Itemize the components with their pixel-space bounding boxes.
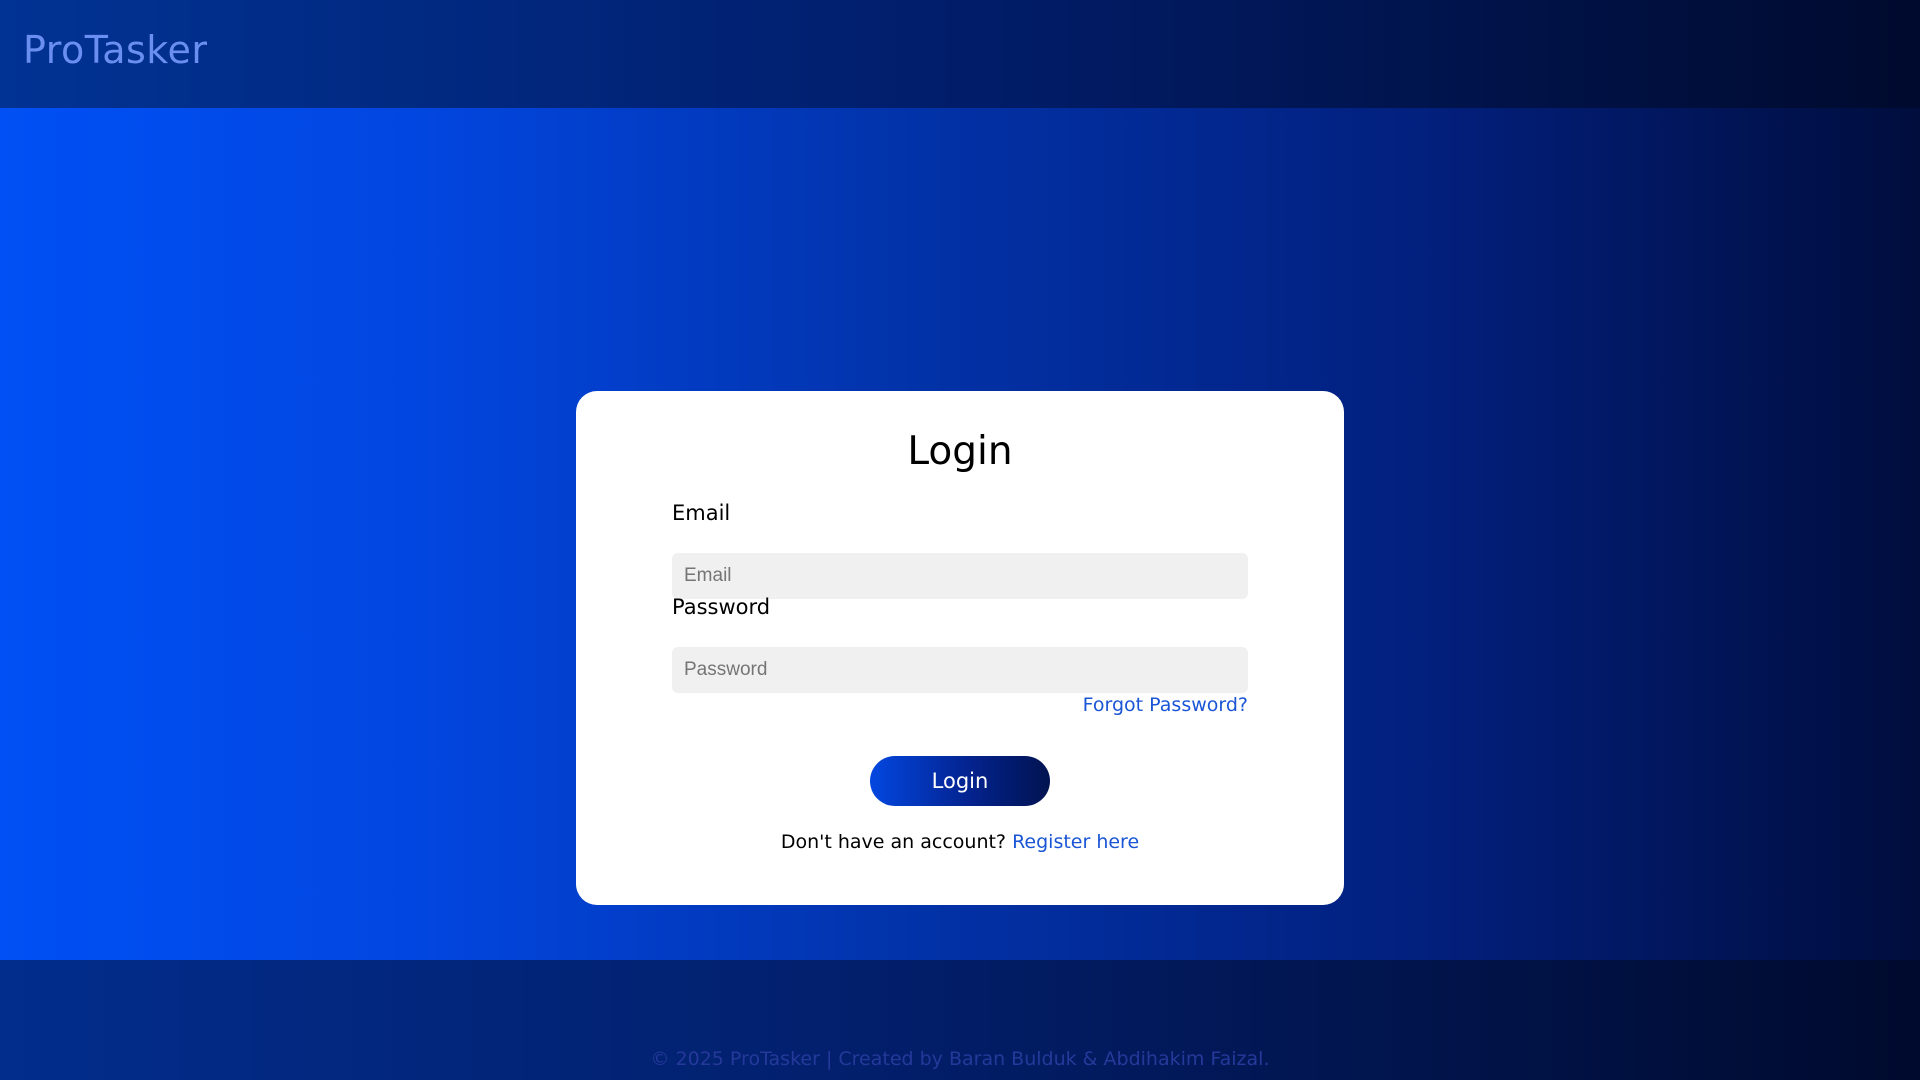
password-label: Password [672,595,771,619]
page-footer: © 2025 ProTasker | Created by Baran Buld… [0,960,1920,1080]
email-input[interactable] [672,553,1248,599]
register-link[interactable]: Register here [1012,831,1139,853]
brand-logo-text[interactable]: ProTasker [23,28,207,72]
top-header: ProTasker [0,0,1920,108]
register-prompt-line: Don't have an account? Register here [576,831,1344,853]
footer-copyright: © 2025 ProTasker | Created by Baran Buld… [650,1048,1270,1070]
register-prompt-text: Don't have an account? [780,831,1007,853]
login-card: Login Email Password Forgot Password? Lo… [576,391,1344,905]
login-title: Login [907,429,1013,474]
main-content: Login Email Password Forgot Password? Lo… [0,108,1920,960]
password-input[interactable] [672,647,1248,693]
login-button[interactable]: Login [870,756,1050,806]
email-label: Email [672,501,731,525]
forgot-password-link[interactable]: Forgot Password? [1083,694,1248,716]
